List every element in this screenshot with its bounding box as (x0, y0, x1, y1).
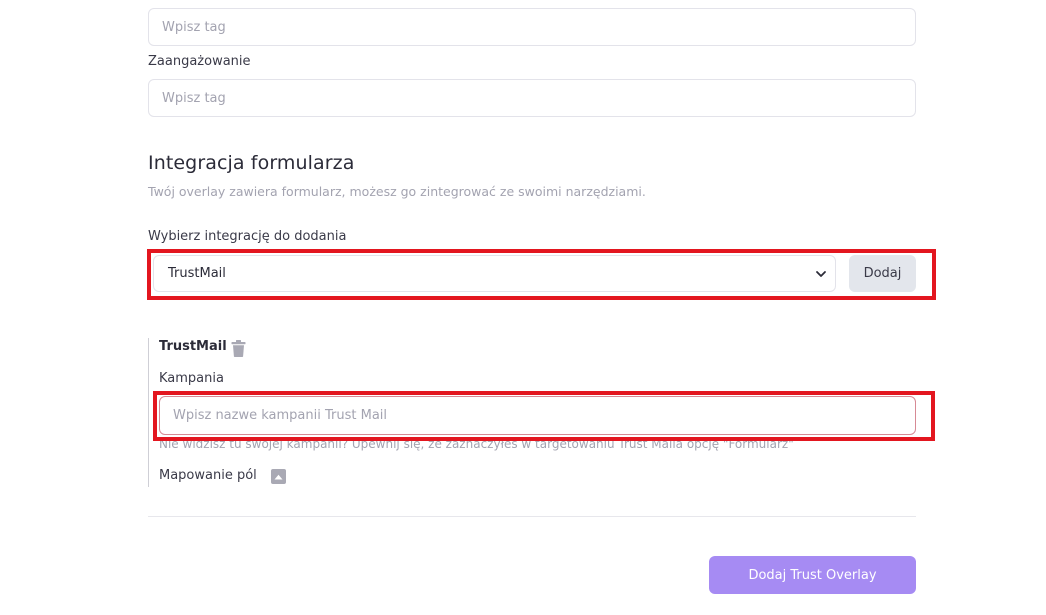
trustmail-block-title: TrustMail (159, 339, 227, 354)
engagement-input-placeholder: Wpisz tag (162, 90, 226, 106)
section-divider (148, 516, 916, 517)
integration-select-value: TrustMail (168, 266, 226, 281)
field-mapping-label: Mapowanie pól (159, 468, 257, 483)
add-integration-button[interactable]: Dodaj (849, 255, 916, 292)
integration-section-subtitle: Twój overlay zawiera formularz, możesz g… (148, 184, 646, 199)
add-trust-overlay-button[interactable]: Dodaj Trust Overlay (709, 556, 916, 594)
integration-section-title: Integracja formularza (148, 152, 355, 174)
campaign-help-text: Nie widzisz tu swojej kampanii? Upewnij … (159, 437, 794, 451)
integration-select-label: Wybierz integrację do dodania (148, 229, 347, 244)
campaign-input-placeholder: Wpisz nazwe kampanii Trust Mail (173, 408, 388, 423)
trustmail-block-border (148, 338, 149, 487)
campaign-label: Kampania (159, 371, 224, 386)
engagement-tag-input[interactable]: Wpisz tag (148, 79, 916, 117)
engagement-label: Zaangażowanie (148, 54, 251, 69)
integration-select[interactable]: TrustMail (153, 255, 836, 292)
tag-input-placeholder: Wpisz tag (162, 19, 226, 35)
chevron-down-icon (809, 262, 833, 286)
campaign-name-input[interactable]: Wpisz nazwe kampanii Trust Mail (159, 396, 916, 435)
collapse-up-icon[interactable] (271, 469, 286, 484)
trash-icon[interactable] (230, 339, 247, 357)
tag-input[interactable]: Wpisz tag (148, 8, 916, 46)
